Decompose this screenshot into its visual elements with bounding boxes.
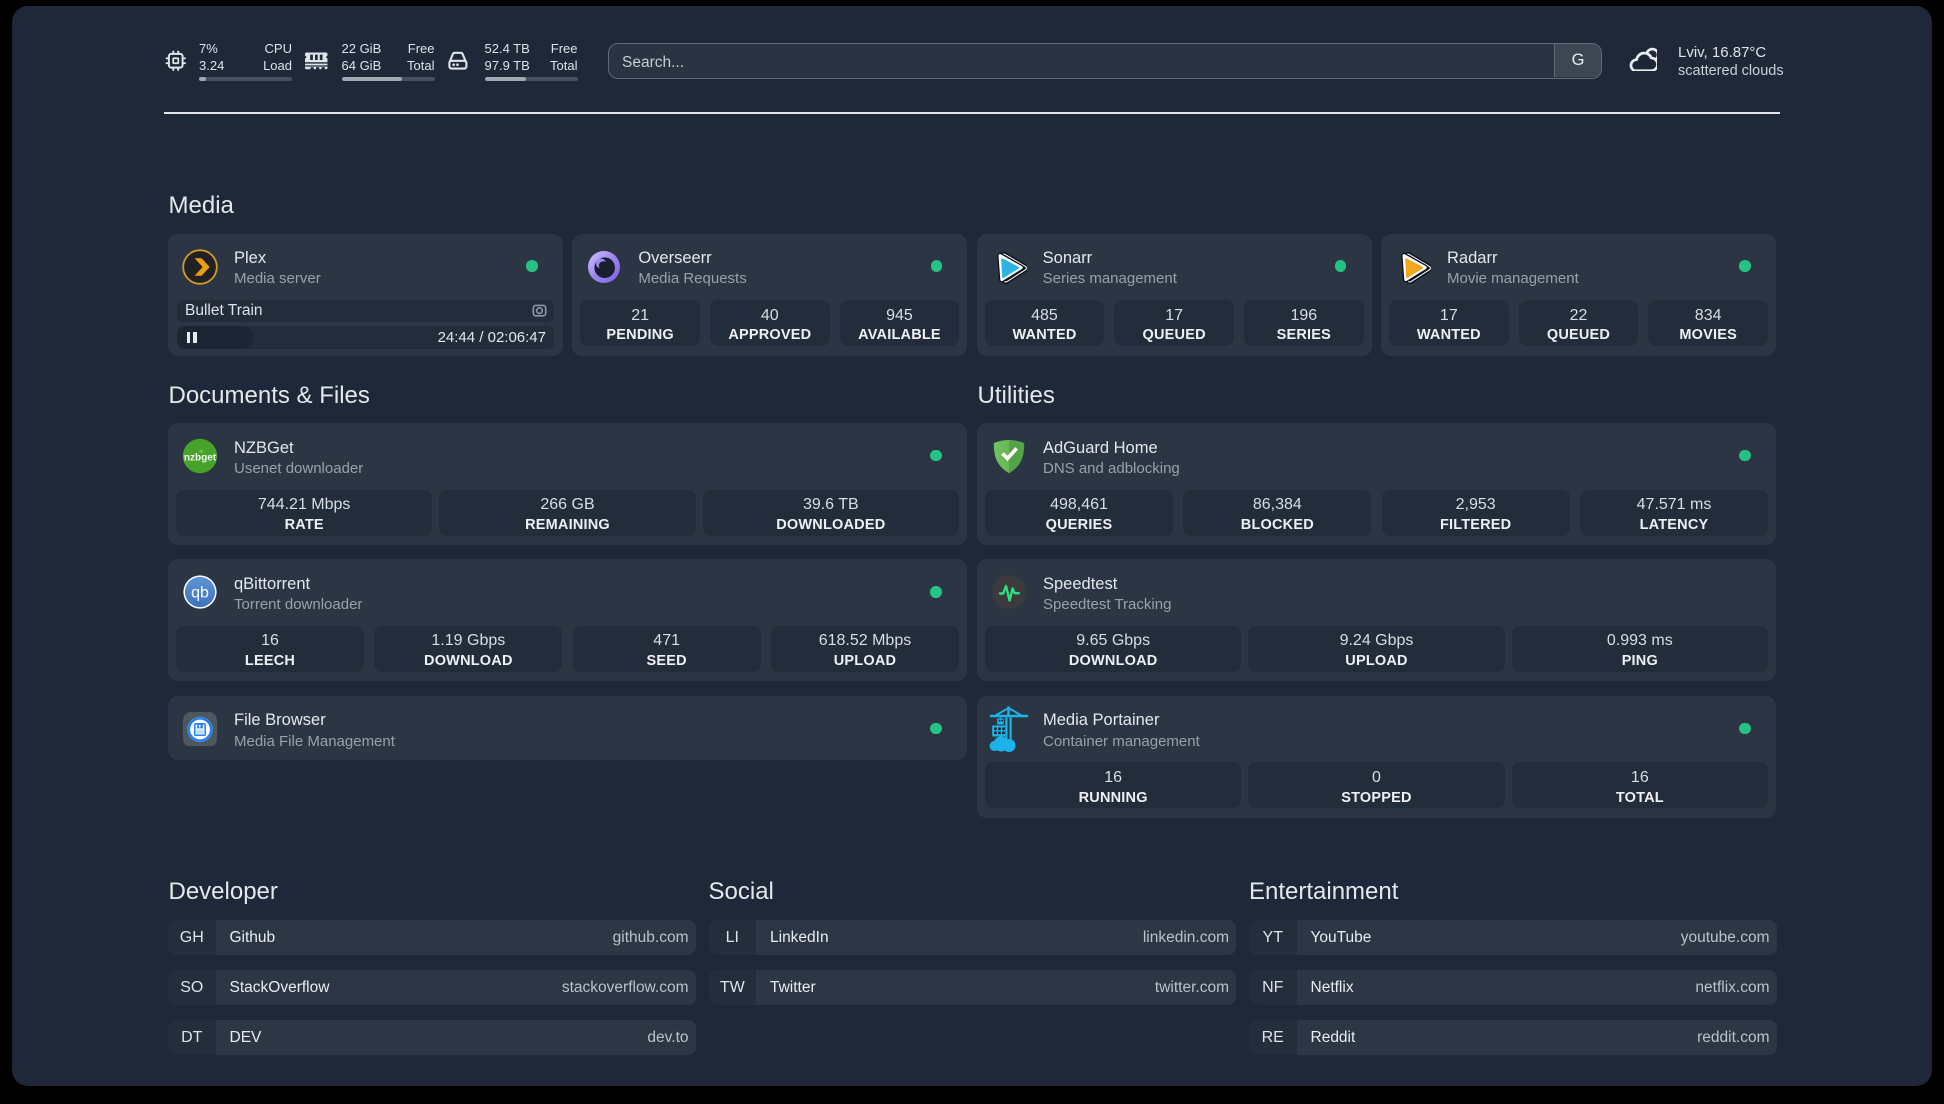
- svg-text:nzbget: nzbget: [184, 453, 217, 464]
- svg-text:qb: qb: [191, 585, 209, 602]
